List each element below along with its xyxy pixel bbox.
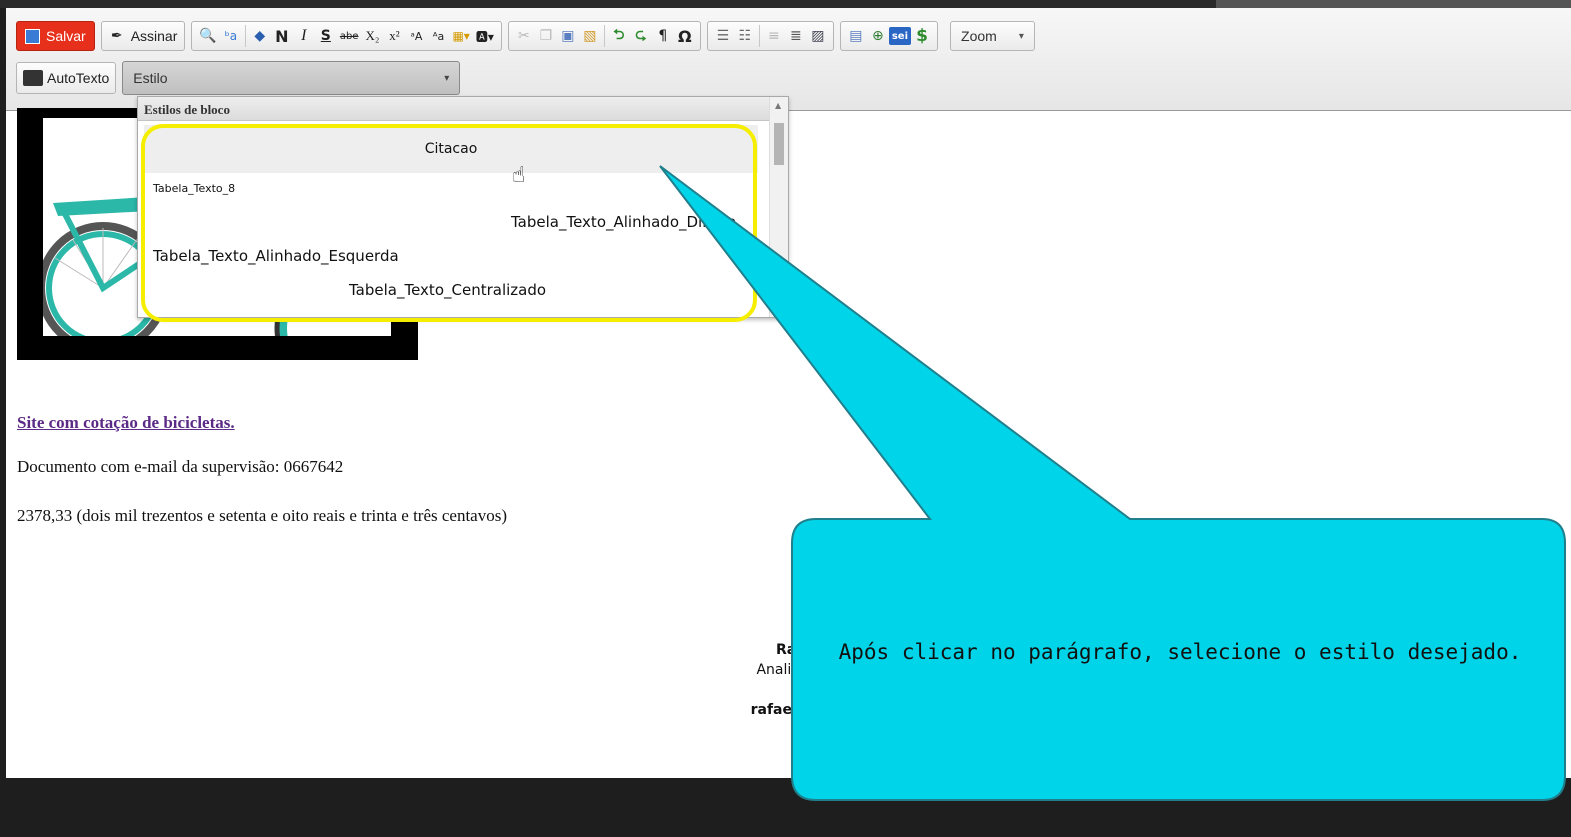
zoom-dropdown[interactable]: Zoom ▾ xyxy=(950,21,1035,51)
chevron-down-icon: ▾ xyxy=(1018,30,1024,42)
undo-icon[interactable]: ⮌ xyxy=(608,23,630,49)
italic-button[interactable]: I xyxy=(293,23,315,49)
increase-indent-icon[interactable]: ≣ xyxy=(785,23,807,49)
toolbar-row-2: AutoTexto Estilo ▾ xyxy=(16,61,461,95)
pilcrow-icon[interactable]: ¶ xyxy=(652,23,674,49)
clipboard-group: ✂ ❐ ▣ ▧ ⮌ ⮎ ¶ Ω xyxy=(507,21,701,51)
dropdown-header: Estilos de bloco xyxy=(138,97,788,121)
toolbar-divider xyxy=(758,25,760,47)
lowercase-icon[interactable]: ᴬa xyxy=(427,23,449,49)
dropdown-scrollbar[interactable]: ▲ xyxy=(769,97,788,317)
paste-word-icon[interactable]: ▧ xyxy=(579,23,601,49)
autotext-button[interactable]: AutoTexto xyxy=(16,62,117,94)
toolbar-divider xyxy=(244,25,246,47)
scroll-up-arrow-icon[interactable]: ▲ xyxy=(775,101,781,110)
copy-icon[interactable]: ❐ xyxy=(535,23,557,49)
document-paragraph[interactable]: 2378,33 (dois mil trezentos e setenta e … xyxy=(17,506,507,526)
subscript-button[interactable]: X₂ xyxy=(361,23,383,49)
save-label: Salvar xyxy=(46,28,86,44)
background-color-icon[interactable]: 🅰▾ xyxy=(473,23,497,49)
sign-button[interactable]: ✒ Assinar xyxy=(100,21,186,51)
special-character-icon[interactable]: Ω xyxy=(674,23,696,49)
bold-button[interactable]: N xyxy=(271,23,293,49)
pen-icon: ✒ xyxy=(110,28,123,44)
toolbar-row-1: Salvar ✒ Assinar 🔍 ᵇa ◆ N I S abe X₂ x² … xyxy=(16,20,1035,52)
find-icon[interactable]: 🔍 xyxy=(196,23,219,49)
replace-icon[interactable]: ᵇa xyxy=(220,23,242,49)
floppy-disk-icon xyxy=(25,28,40,44)
table-icon[interactable]: ▤ xyxy=(845,23,867,49)
signature-org: CRA xyxy=(797,682,826,698)
numbered-list-icon[interactable]: ☰ xyxy=(712,23,734,49)
superscript-button[interactable]: x² xyxy=(383,23,405,49)
document-paragraph[interactable]: Documento com e-mail da supervisão: 0667… xyxy=(17,457,343,477)
save-button[interactable]: Salvar xyxy=(16,21,95,51)
sign-label: Assinar xyxy=(130,28,178,44)
currency-icon[interactable]: $ xyxy=(911,23,933,49)
link-globe-icon[interactable]: ⊕ xyxy=(867,23,889,49)
sei-logo-icon[interactable]: sei xyxy=(888,27,912,45)
speech-bubble-icon xyxy=(23,70,43,86)
underline-button[interactable]: S xyxy=(315,23,337,49)
decrease-indent-icon[interactable]: ≡ xyxy=(763,23,785,49)
strikethrough-button[interactable]: abe xyxy=(337,23,362,49)
text-color-icon[interactable]: ▦▾ xyxy=(449,23,472,49)
formatting-group: 🔍 ᵇa ◆ N I S abe X₂ x² ᵃA ᴬa ▦▾ 🅰▾ xyxy=(191,21,502,51)
uppercase-icon[interactable]: ᵃA xyxy=(405,23,427,49)
style-select[interactable]: Estilo ▾ xyxy=(122,61,461,95)
cut-icon[interactable]: ✂ xyxy=(513,23,535,49)
callout-text: Após clicar no parágrafo, selecione o es… xyxy=(838,640,1522,664)
style-select-value: Estilo xyxy=(133,70,168,86)
top-strip-accent xyxy=(1216,0,1571,8)
paste-icon[interactable]: ▣ xyxy=(557,23,579,49)
signature-email: rafael@cr xyxy=(750,702,826,718)
scrollbar-thumb[interactable] xyxy=(774,123,784,165)
insert-group: ▤ ⊕ sei $ xyxy=(839,21,939,51)
top-strip xyxy=(0,0,1571,8)
highlight-box xyxy=(141,124,757,322)
eraser-icon[interactable]: ◆ xyxy=(249,23,271,49)
autotext-label: AutoTexto xyxy=(47,70,110,86)
bulleted-list-icon[interactable]: ☷ xyxy=(734,23,756,49)
chevron-down-icon: ▾ xyxy=(444,72,450,84)
image-icon[interactable]: ▨ xyxy=(807,23,829,49)
zoom-label: Zoom xyxy=(961,28,997,44)
list-group: ☰ ☷ ≡ ≣ ▨ xyxy=(706,21,834,51)
redo-icon[interactable]: ⮎ xyxy=(630,23,652,49)
toolbar-divider xyxy=(603,25,605,47)
hand-cursor-icon: ☝ xyxy=(512,163,526,188)
bicycle-quote-link[interactable]: Site com cotação de bicicletas. xyxy=(17,413,235,433)
